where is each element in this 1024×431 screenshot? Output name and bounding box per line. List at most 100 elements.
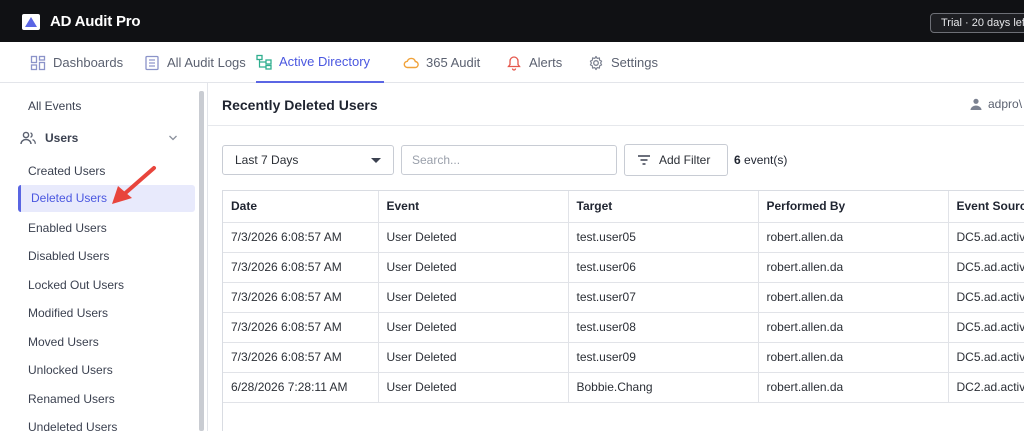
cell-date: 6/28/2026 7:28:11 AM bbox=[223, 372, 379, 403]
sidebar-item-moved-users[interactable]: Moved Users bbox=[28, 335, 99, 349]
cell-target: test.user05 bbox=[568, 222, 759, 253]
sidebar-item-modified-users[interactable]: Modified Users bbox=[28, 306, 108, 320]
sidebar-item-enabled-users[interactable]: Enabled Users bbox=[28, 221, 107, 235]
users-icon bbox=[20, 131, 36, 145]
sidebar-item-deleted-users[interactable]: Deleted Users bbox=[18, 185, 195, 212]
sidebar-item-created-users[interactable]: Created Users bbox=[28, 164, 105, 178]
date-range-value: Last 7 Days bbox=[235, 153, 299, 167]
table-row[interactable]: 7/3/2026 6:08:57 AM User Deleted test.us… bbox=[223, 222, 1024, 253]
chevron-down-icon[interactable] bbox=[168, 133, 178, 143]
nav-dashboards-label: Dashboards bbox=[53, 55, 124, 70]
cell-event: User Deleted bbox=[378, 252, 569, 283]
events-table: Date Event Target Performed By Event Sou… bbox=[222, 190, 1024, 431]
main-nav: Dashboards All Audit Logs Active Directo… bbox=[0, 42, 1024, 83]
cloud-icon bbox=[403, 57, 419, 68]
cell-date: 7/3/2026 6:08:57 AM bbox=[223, 312, 379, 343]
cell-performed-by: robert.allen.da bbox=[758, 222, 949, 253]
filter-icon bbox=[638, 155, 650, 165]
event-count-number: 6 bbox=[734, 153, 741, 167]
cell-performed-by: robert.allen.da bbox=[758, 252, 949, 283]
nav-settings-label: Settings bbox=[611, 55, 658, 70]
trial-badge[interactable]: Trial · 20 days left bbox=[930, 13, 1024, 33]
cell-event: User Deleted bbox=[378, 222, 569, 253]
cell-event-source: DC5.ad.active bbox=[948, 342, 1024, 373]
page-title: Recently Deleted Users bbox=[222, 97, 378, 113]
nav-active-directory[interactable]: Active Directory bbox=[256, 42, 385, 83]
cell-performed-by: robert.allen.da bbox=[758, 282, 949, 313]
nav-alerts-label: Alerts bbox=[529, 55, 563, 70]
table-row[interactable]: 6/28/2026 7:28:11 AM User Deleted Bobbie… bbox=[223, 372, 1024, 403]
cell-date: 7/3/2026 6:08:57 AM bbox=[223, 282, 379, 313]
annotation-arrow-icon bbox=[112, 166, 156, 204]
sidebar-item-undeleted-users[interactable]: Undeleted Users bbox=[28, 420, 117, 431]
caret-down-icon bbox=[371, 158, 381, 163]
user-name: adpro\ bbox=[988, 97, 1023, 111]
table-row[interactable]: 7/3/2026 6:08:57 AM User Deleted test.us… bbox=[223, 342, 1024, 373]
event-count-suffix: event(s) bbox=[740, 153, 788, 167]
cell-date: 7/3/2026 6:08:57 AM bbox=[223, 252, 379, 283]
column-header-event[interactable]: Event bbox=[378, 191, 569, 223]
cell-performed-by: robert.allen.da bbox=[758, 342, 949, 373]
column-header-date[interactable]: Date bbox=[223, 191, 379, 223]
hierarchy-icon bbox=[256, 54, 272, 70]
header-divider bbox=[208, 125, 1024, 126]
sidebar-item-disabled-users[interactable]: Disabled Users bbox=[28, 249, 109, 263]
cell-event-source: DC5.ad.active bbox=[948, 282, 1024, 313]
column-header-target[interactable]: Target bbox=[568, 191, 759, 223]
sidebar: All Events Users Created Users Deleted U… bbox=[0, 83, 207, 431]
date-range-select[interactable]: Last 7 Days bbox=[222, 145, 394, 175]
sidebar-item-deleted-users-label: Deleted Users bbox=[31, 191, 108, 205]
cell-target: test.user06 bbox=[568, 252, 759, 283]
sidebar-item-renamed-users[interactable]: Renamed Users bbox=[28, 392, 115, 406]
cell-performed-by: robert.allen.da bbox=[758, 312, 949, 343]
cell-event: User Deleted bbox=[378, 342, 569, 373]
main-panel: Recently Deleted Users adpro\ Last 7 Day… bbox=[207, 83, 1024, 431]
search-input[interactable] bbox=[401, 145, 617, 175]
sidebar-item-all-events[interactable]: All Events bbox=[28, 99, 81, 113]
nav-dashboards[interactable]: Dashboards bbox=[30, 42, 123, 83]
table-header-row: Date Event Target Performed By Event Sou… bbox=[223, 191, 1024, 223]
table-row[interactable]: 7/3/2026 6:08:57 AM User Deleted test.us… bbox=[223, 312, 1024, 343]
gear-icon bbox=[589, 55, 603, 70]
cell-target: test.user08 bbox=[568, 312, 759, 343]
table-row[interactable]: 7/3/2026 6:08:57 AM User Deleted test.us… bbox=[223, 282, 1024, 313]
cell-date: 7/3/2026 6:08:57 AM bbox=[223, 342, 379, 373]
nav-365-audit[interactable]: 365 Audit bbox=[403, 42, 480, 83]
nav-all-audit-logs-label: All Audit Logs bbox=[167, 55, 246, 70]
list-icon bbox=[145, 55, 159, 70]
column-header-performed-by[interactable]: Performed By bbox=[758, 191, 949, 223]
event-count: 6 event(s) bbox=[734, 153, 787, 167]
cell-event: User Deleted bbox=[378, 312, 569, 343]
user-menu[interactable]: adpro\ bbox=[970, 97, 1022, 111]
nav-alerts[interactable]: Alerts bbox=[506, 42, 562, 83]
add-filter-label: Add Filter bbox=[659, 153, 711, 167]
nav-settings[interactable]: Settings bbox=[588, 42, 658, 83]
app-title: AD Audit Pro bbox=[50, 13, 141, 30]
dashboard-icon bbox=[30, 55, 46, 70]
cell-event-source: DC2.ad.active bbox=[948, 372, 1024, 403]
cell-event: User Deleted bbox=[378, 372, 569, 403]
sidebar-group-users-label: Users bbox=[45, 131, 79, 145]
sidebar-item-unlocked-users[interactable]: Unlocked Users bbox=[28, 363, 113, 377]
app-logo-icon bbox=[22, 14, 40, 30]
cell-event: User Deleted bbox=[378, 282, 569, 313]
cell-target: Bobbie.Chang bbox=[568, 372, 759, 403]
bell-icon bbox=[507, 55, 521, 71]
sidebar-item-locked-out-users[interactable]: Locked Out Users bbox=[28, 278, 124, 292]
cell-performed-by: robert.allen.da bbox=[758, 372, 949, 403]
cell-target: test.user09 bbox=[568, 342, 759, 373]
column-header-event-source[interactable]: Event Source bbox=[948, 191, 1024, 223]
cell-event-source: DC5.ad.active bbox=[948, 222, 1024, 253]
nav-365-audit-label: 365 Audit bbox=[426, 55, 481, 70]
sidebar-scrollbar[interactable] bbox=[199, 91, 204, 431]
cell-event-source: DC5.ad.active bbox=[948, 312, 1024, 343]
user-icon bbox=[970, 98, 982, 110]
top-bar: AD Audit Pro Trial · 20 days left bbox=[0, 0, 1024, 42]
cell-date: 7/3/2026 6:08:57 AM bbox=[223, 222, 379, 253]
sidebar-group-users[interactable]: Users bbox=[20, 129, 180, 147]
nav-active-directory-label: Active Directory bbox=[279, 54, 371, 69]
nav-all-audit-logs[interactable]: All Audit Logs bbox=[144, 42, 246, 83]
table-row[interactable]: 7/3/2026 6:08:57 AM User Deleted test.us… bbox=[223, 252, 1024, 283]
add-filter-button[interactable]: Add Filter bbox=[624, 144, 728, 176]
cell-event-source: DC5.ad.active bbox=[948, 252, 1024, 283]
